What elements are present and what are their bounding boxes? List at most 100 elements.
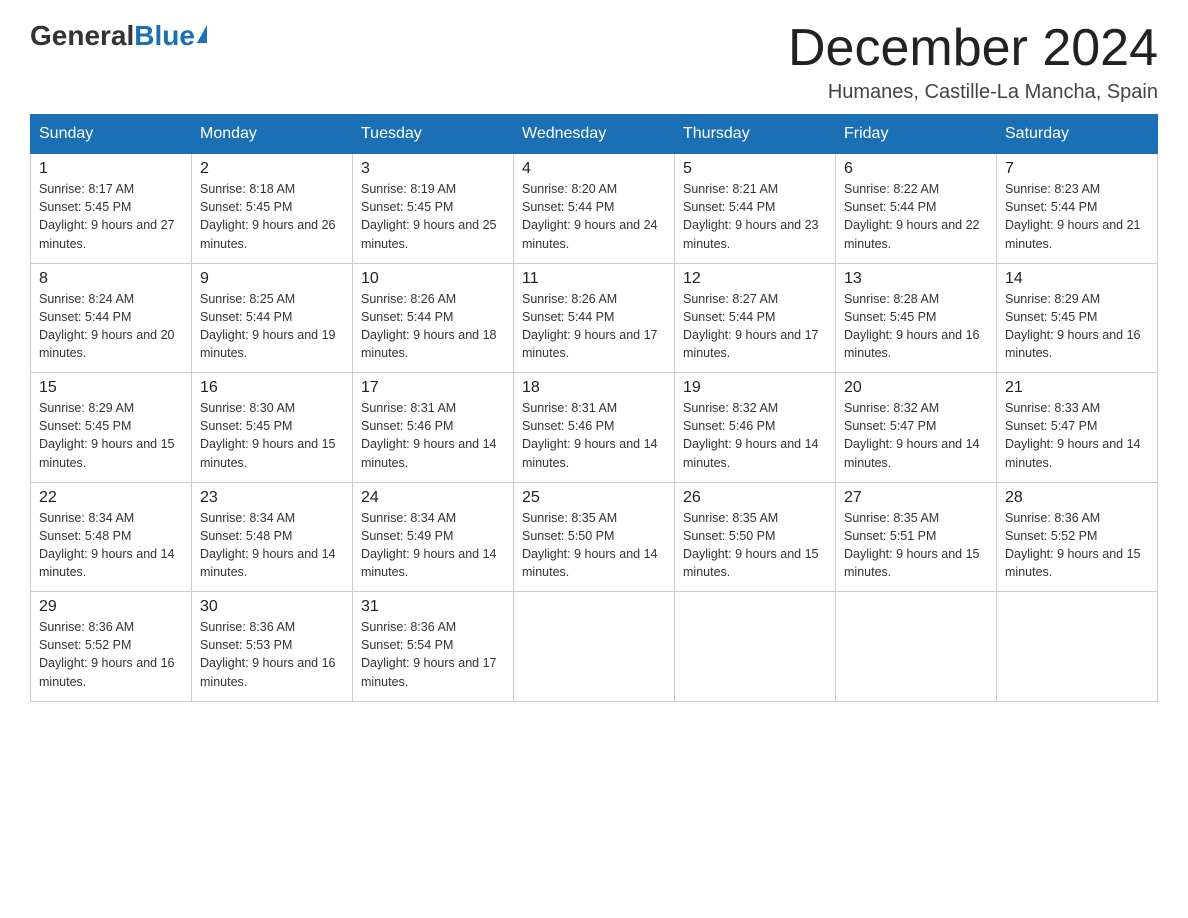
calendar-cell: 1 Sunrise: 8:17 AMSunset: 5:45 PMDayligh… xyxy=(31,154,192,264)
day-number: 28 xyxy=(1005,489,1149,507)
calendar-cell: 7 Sunrise: 8:23 AMSunset: 5:44 PMDayligh… xyxy=(997,154,1158,264)
day-info: Sunrise: 8:17 AMSunset: 5:45 PMDaylight:… xyxy=(39,182,175,250)
calendar-cell xyxy=(675,592,836,702)
location-subtitle: Humanes, Castille-La Mancha, Spain xyxy=(788,81,1158,104)
day-info: Sunrise: 8:26 AMSunset: 5:44 PMDaylight:… xyxy=(522,292,658,360)
calendar-cell: 8 Sunrise: 8:24 AMSunset: 5:44 PMDayligh… xyxy=(31,263,192,373)
calendar-cell: 29 Sunrise: 8:36 AMSunset: 5:52 PMDaylig… xyxy=(31,592,192,702)
day-number: 9 xyxy=(200,270,344,288)
calendar-cell: 4 Sunrise: 8:20 AMSunset: 5:44 PMDayligh… xyxy=(514,154,675,264)
day-number: 17 xyxy=(361,379,505,397)
day-info: Sunrise: 8:34 AMSunset: 5:49 PMDaylight:… xyxy=(361,511,497,579)
header-wednesday: Wednesday xyxy=(514,115,675,154)
day-number: 25 xyxy=(522,489,666,507)
day-number: 14 xyxy=(1005,270,1149,288)
calendar-cell: 21 Sunrise: 8:33 AMSunset: 5:47 PMDaylig… xyxy=(997,373,1158,483)
logo-blue-text: Blue xyxy=(134,20,195,52)
calendar-cell: 12 Sunrise: 8:27 AMSunset: 5:44 PMDaylig… xyxy=(675,263,836,373)
calendar-cell: 25 Sunrise: 8:35 AMSunset: 5:50 PMDaylig… xyxy=(514,482,675,592)
calendar-cell: 2 Sunrise: 8:18 AMSunset: 5:45 PMDayligh… xyxy=(192,154,353,264)
day-number: 24 xyxy=(361,489,505,507)
day-number: 1 xyxy=(39,160,183,178)
calendar-cell xyxy=(836,592,997,702)
calendar-cell: 14 Sunrise: 8:29 AMSunset: 5:45 PMDaylig… xyxy=(997,263,1158,373)
day-info: Sunrise: 8:26 AMSunset: 5:44 PMDaylight:… xyxy=(361,292,497,360)
calendar-table: Sunday Monday Tuesday Wednesday Thursday… xyxy=(30,114,1158,702)
day-info: Sunrise: 8:27 AMSunset: 5:44 PMDaylight:… xyxy=(683,292,819,360)
calendar-cell: 20 Sunrise: 8:32 AMSunset: 5:47 PMDaylig… xyxy=(836,373,997,483)
day-info: Sunrise: 8:29 AMSunset: 5:45 PMDaylight:… xyxy=(1005,292,1141,360)
day-number: 10 xyxy=(361,270,505,288)
day-number: 6 xyxy=(844,160,988,178)
day-info: Sunrise: 8:35 AMSunset: 5:50 PMDaylight:… xyxy=(522,511,658,579)
week-row-5: 29 Sunrise: 8:36 AMSunset: 5:52 PMDaylig… xyxy=(31,592,1158,702)
day-number: 5 xyxy=(683,160,827,178)
day-info: Sunrise: 8:25 AMSunset: 5:44 PMDaylight:… xyxy=(200,292,336,360)
day-number: 11 xyxy=(522,270,666,288)
calendar-cell: 16 Sunrise: 8:30 AMSunset: 5:45 PMDaylig… xyxy=(192,373,353,483)
day-info: Sunrise: 8:35 AMSunset: 5:50 PMDaylight:… xyxy=(683,511,819,579)
calendar-cell: 3 Sunrise: 8:19 AMSunset: 5:45 PMDayligh… xyxy=(353,154,514,264)
day-number: 29 xyxy=(39,598,183,616)
weekday-header-row: Sunday Monday Tuesday Wednesday Thursday… xyxy=(31,115,1158,154)
day-number: 3 xyxy=(361,160,505,178)
logo-container: General Blue xyxy=(30,20,207,52)
calendar-cell: 28 Sunrise: 8:36 AMSunset: 5:52 PMDaylig… xyxy=(997,482,1158,592)
logo-triangle-icon xyxy=(197,25,207,43)
logo-blue-part: Blue xyxy=(134,20,207,52)
day-info: Sunrise: 8:28 AMSunset: 5:45 PMDaylight:… xyxy=(844,292,980,360)
day-info: Sunrise: 8:36 AMSunset: 5:52 PMDaylight:… xyxy=(1005,511,1141,579)
day-info: Sunrise: 8:32 AMSunset: 5:47 PMDaylight:… xyxy=(844,401,980,469)
calendar-cell: 11 Sunrise: 8:26 AMSunset: 5:44 PMDaylig… xyxy=(514,263,675,373)
day-info: Sunrise: 8:30 AMSunset: 5:45 PMDaylight:… xyxy=(200,401,336,469)
logo-text: General Blue xyxy=(30,20,207,52)
calendar-cell: 17 Sunrise: 8:31 AMSunset: 5:46 PMDaylig… xyxy=(353,373,514,483)
day-info: Sunrise: 8:35 AMSunset: 5:51 PMDaylight:… xyxy=(844,511,980,579)
header-tuesday: Tuesday xyxy=(353,115,514,154)
day-info: Sunrise: 8:32 AMSunset: 5:46 PMDaylight:… xyxy=(683,401,819,469)
calendar-cell xyxy=(514,592,675,702)
logo-general: General xyxy=(30,20,134,52)
header-area: General Blue December 2024 Humanes, Cast… xyxy=(30,20,1158,104)
week-row-2: 8 Sunrise: 8:24 AMSunset: 5:44 PMDayligh… xyxy=(31,263,1158,373)
day-number: 2 xyxy=(200,160,344,178)
calendar-cell: 18 Sunrise: 8:31 AMSunset: 5:46 PMDaylig… xyxy=(514,373,675,483)
page-container: General Blue December 2024 Humanes, Cast… xyxy=(30,20,1158,702)
calendar-cell xyxy=(997,592,1158,702)
day-number: 27 xyxy=(844,489,988,507)
day-number: 13 xyxy=(844,270,988,288)
week-row-4: 22 Sunrise: 8:34 AMSunset: 5:48 PMDaylig… xyxy=(31,482,1158,592)
calendar-header: Sunday Monday Tuesday Wednesday Thursday… xyxy=(31,115,1158,154)
calendar-cell: 10 Sunrise: 8:26 AMSunset: 5:44 PMDaylig… xyxy=(353,263,514,373)
calendar-cell: 24 Sunrise: 8:34 AMSunset: 5:49 PMDaylig… xyxy=(353,482,514,592)
week-row-3: 15 Sunrise: 8:29 AMSunset: 5:45 PMDaylig… xyxy=(31,373,1158,483)
header-friday: Friday xyxy=(836,115,997,154)
header-saturday: Saturday xyxy=(997,115,1158,154)
day-info: Sunrise: 8:36 AMSunset: 5:53 PMDaylight:… xyxy=(200,620,336,688)
title-area: December 2024 Humanes, Castille-La Manch… xyxy=(788,20,1158,104)
calendar-cell: 22 Sunrise: 8:34 AMSunset: 5:48 PMDaylig… xyxy=(31,482,192,592)
calendar-cell: 9 Sunrise: 8:25 AMSunset: 5:44 PMDayligh… xyxy=(192,263,353,373)
day-number: 15 xyxy=(39,379,183,397)
day-number: 7 xyxy=(1005,160,1149,178)
day-info: Sunrise: 8:34 AMSunset: 5:48 PMDaylight:… xyxy=(39,511,175,579)
week-row-1: 1 Sunrise: 8:17 AMSunset: 5:45 PMDayligh… xyxy=(31,154,1158,264)
header-monday: Monday xyxy=(192,115,353,154)
calendar-cell: 6 Sunrise: 8:22 AMSunset: 5:44 PMDayligh… xyxy=(836,154,997,264)
day-info: Sunrise: 8:19 AMSunset: 5:45 PMDaylight:… xyxy=(361,182,497,250)
calendar-cell: 15 Sunrise: 8:29 AMSunset: 5:45 PMDaylig… xyxy=(31,373,192,483)
calendar-cell: 26 Sunrise: 8:35 AMSunset: 5:50 PMDaylig… xyxy=(675,482,836,592)
day-number: 21 xyxy=(1005,379,1149,397)
header-thursday: Thursday xyxy=(675,115,836,154)
calendar-body: 1 Sunrise: 8:17 AMSunset: 5:45 PMDayligh… xyxy=(31,154,1158,702)
day-info: Sunrise: 8:20 AMSunset: 5:44 PMDaylight:… xyxy=(522,182,658,250)
day-number: 23 xyxy=(200,489,344,507)
day-info: Sunrise: 8:31 AMSunset: 5:46 PMDaylight:… xyxy=(522,401,658,469)
day-number: 8 xyxy=(39,270,183,288)
header-sunday: Sunday xyxy=(31,115,192,154)
day-number: 16 xyxy=(200,379,344,397)
day-info: Sunrise: 8:21 AMSunset: 5:44 PMDaylight:… xyxy=(683,182,819,250)
day-info: Sunrise: 8:31 AMSunset: 5:46 PMDaylight:… xyxy=(361,401,497,469)
day-number: 12 xyxy=(683,270,827,288)
day-number: 20 xyxy=(844,379,988,397)
